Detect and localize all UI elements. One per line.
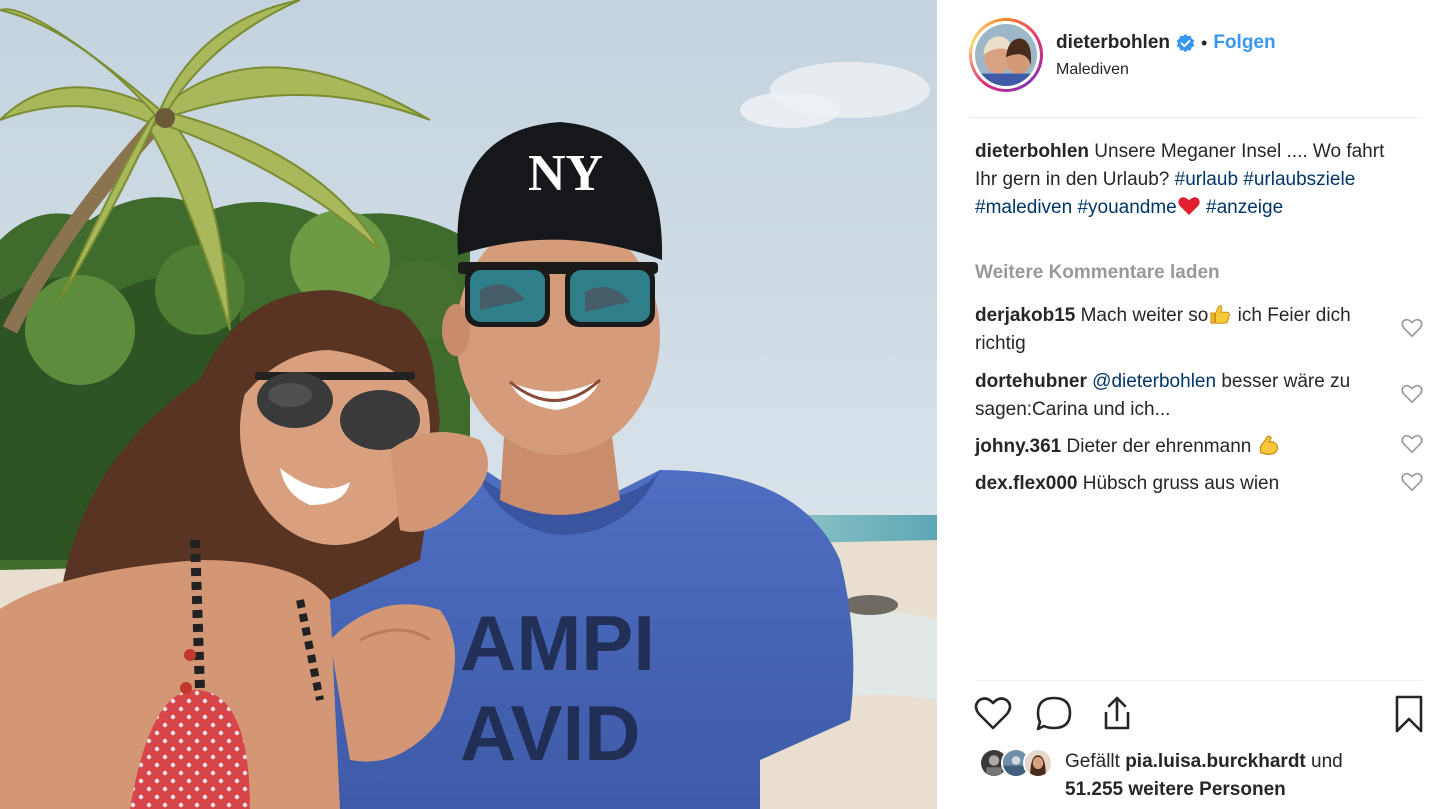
comment-item: dex.flex000 Hübsch gruss aus wien (975, 470, 1375, 498)
hashtag-link[interactable]: #anzeige (1206, 197, 1283, 218)
red-heart-emoji-icon (1178, 197, 1200, 216)
comment-item: derjakob15 Mach weiter so ich Feier dich… (975, 302, 1375, 358)
hashtag-link[interactable]: #malediven (975, 197, 1072, 218)
comment-like-heart-icon[interactable] (1401, 434, 1423, 454)
post-location[interactable]: Malediven (1056, 61, 1129, 79)
svg-text:AVID: AVID (460, 689, 641, 777)
heart-outline-icon[interactable] (973, 694, 1013, 734)
load-more-comments-button[interactable]: Weitere Kommentare laden (975, 262, 1220, 284)
likes-middle: und (1305, 751, 1343, 772)
post-caption: dieterbohlen Unsere Meganer Insel .... W… (975, 138, 1385, 222)
liker-avatar[interactable] (1023, 748, 1053, 778)
comment-username[interactable]: johny.361 (975, 436, 1061, 457)
actions-divider (975, 680, 1423, 681)
comment-item: johny.361 Dieter der ehrenmann (975, 433, 1375, 461)
hashtag-link[interactable]: #youandme (1077, 197, 1176, 218)
comment-text: Hübsch gruss aus wien (1082, 473, 1280, 494)
share-upload-icon[interactable] (1097, 694, 1137, 734)
avatar (975, 24, 1037, 86)
comment-item: dortehubner @dieterbohlen besser wäre zu… (975, 368, 1375, 424)
svg-text:NY: NY (528, 145, 603, 202)
svg-text:AMPI: AMPI (460, 599, 655, 687)
post-photo[interactable]: AMPI AVID NY (0, 0, 937, 809)
post-header: dieterbohlen • Folgen Malediven (969, 18, 1421, 118)
hashtag-link[interactable]: #urlaub (1175, 169, 1238, 190)
flexed-biceps-emoji-icon (1259, 435, 1278, 455)
comment-username[interactable]: dortehubner (975, 371, 1087, 392)
bookmark-outline-icon[interactable] (1389, 694, 1429, 734)
liker-username[interactable]: pia.luisa.burckhardt (1125, 751, 1306, 772)
comment-text: Mach weiter so (1080, 305, 1209, 326)
comment-like-heart-icon[interactable] (1401, 318, 1423, 338)
comment-mention-link[interactable]: @dieterbohlen (1092, 371, 1216, 392)
likes-prefix: Gefällt (1065, 751, 1126, 772)
likes-count[interactable]: 51.255 weitere Personen (1065, 779, 1286, 800)
comment-bubble-icon[interactable] (1034, 694, 1074, 734)
comment-text: Dieter der ehrenmann (1066, 436, 1257, 457)
comment-like-heart-icon[interactable] (1401, 384, 1423, 404)
post-side-panel: dieterbohlen • Folgen Malediven dieterbo… (937, 0, 1440, 809)
verified-badge-icon (1176, 33, 1195, 52)
comment-username[interactable]: dex.flex000 (975, 473, 1077, 494)
comment-username[interactable]: derjakob15 (975, 305, 1075, 326)
follow-button[interactable]: Folgen (1213, 32, 1275, 54)
comment-like-heart-icon[interactable] (1401, 472, 1423, 492)
likes-text: Gefällt pia.luisa.burckhardt und 51.255 … (1065, 748, 1343, 804)
post-username[interactable]: dieterbohlen (1056, 32, 1170, 54)
separator-dot: • (1201, 32, 1208, 53)
story-ring[interactable] (969, 18, 1043, 92)
likes-summary: Gefällt pia.luisa.burckhardt und 51.255 … (979, 748, 1419, 808)
thumbs-up-emoji-icon (1210, 305, 1231, 324)
hashtag-link[interactable]: #urlaubsziele (1243, 169, 1355, 190)
beach-selfie-image: AMPI AVID NY (0, 0, 937, 809)
caption-username[interactable]: dieterbohlen (975, 141, 1089, 162)
